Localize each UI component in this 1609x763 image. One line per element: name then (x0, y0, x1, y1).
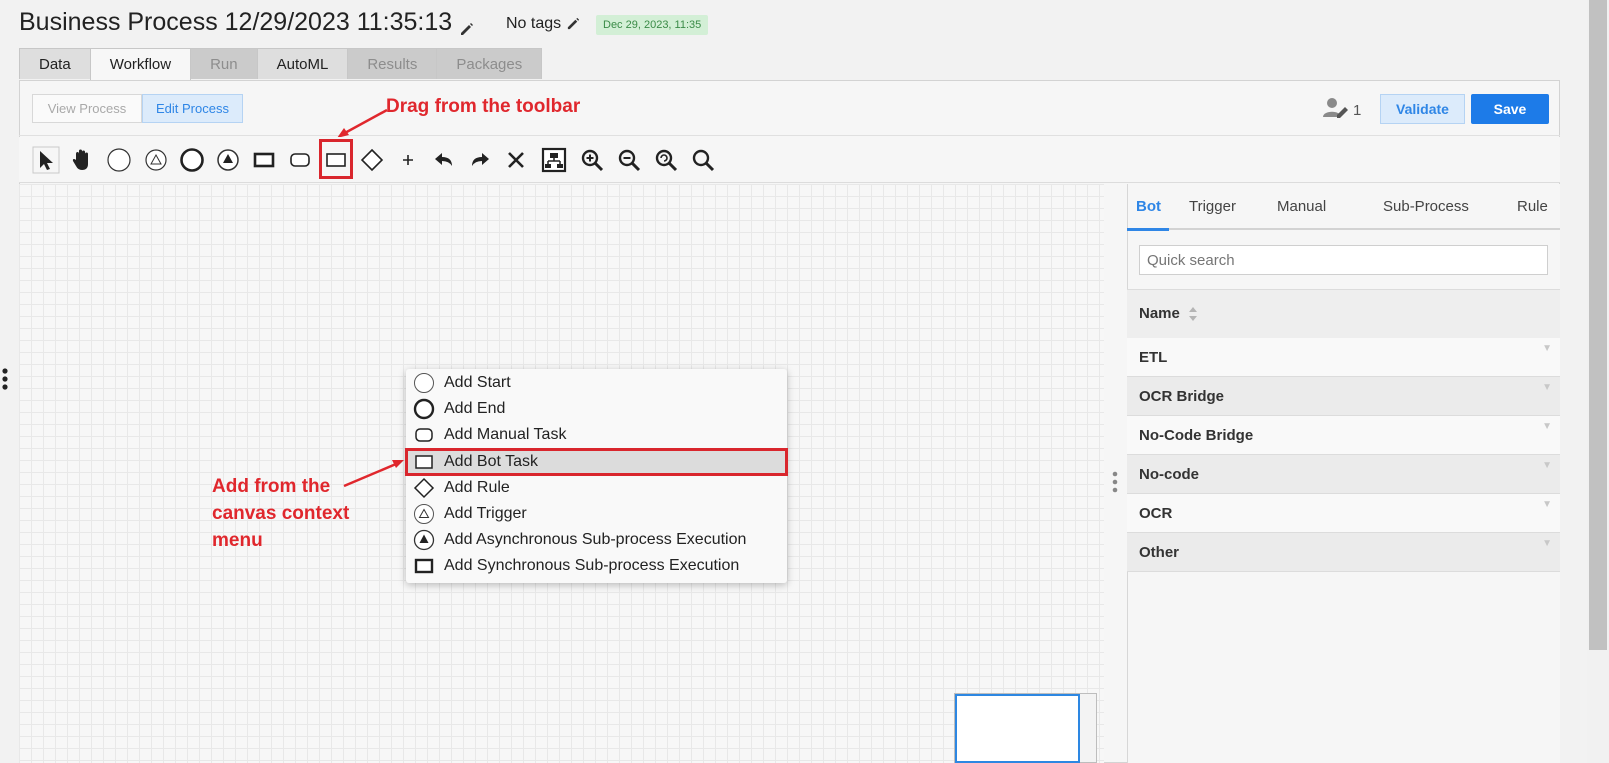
edit-tags-pencil-icon[interactable] (566, 16, 582, 32)
menu-item-add-start[interactable]: Add Start (406, 370, 787, 396)
menu-item-label: Add Synchronous Sub-process Execution (444, 557, 740, 574)
list-item-label: OCR Bridge (1139, 388, 1225, 405)
tags-label: No tags (506, 15, 562, 32)
rule-gateway-icon (412, 477, 436, 499)
callout-line-2: canvas context (212, 503, 350, 524)
collaborators-count: 1 (1353, 101, 1362, 119)
rtab-rule[interactable]: Rule (1517, 198, 1548, 215)
list-item[interactable]: OCR Bridge ▼ (1127, 377, 1560, 416)
menu-item-label: Add Rule (444, 479, 510, 496)
tab-results: Results (347, 48, 438, 79)
left-handle-dots-icon[interactable] (0, 367, 10, 393)
end-event-icon (412, 398, 436, 420)
quick-search-input[interactable] (1139, 245, 1548, 275)
expand-caret-icon[interactable]: ▼ (1542, 342, 1552, 356)
menu-item-label: Add Start (444, 374, 511, 391)
expand-caret-icon[interactable]: ▼ (1542, 459, 1552, 473)
list-item-label: ETL (1139, 349, 1168, 366)
callout-line-3: menu (212, 530, 263, 551)
redo-icon[interactable] (465, 145, 495, 175)
bot-task-toolbar-highlight (319, 139, 353, 179)
active-tab-indicator (1127, 228, 1169, 231)
save-button[interactable]: Save (1471, 94, 1549, 124)
menu-item-label: Add Trigger (444, 505, 527, 522)
async-subprocess-icon (412, 529, 436, 551)
edit-process-button[interactable]: Edit Process (142, 94, 243, 123)
zoom-fit-icon[interactable] (688, 145, 718, 175)
page-title: Business Process 12/29/2023 11:35:13 (19, 8, 475, 37)
menu-item-add-async-subprocess[interactable]: Add Asynchronous Sub-process Execution (406, 527, 787, 553)
menu-item-add-rule[interactable]: Add Rule (406, 475, 787, 501)
trigger-event-icon (412, 503, 436, 525)
add-icon[interactable] (393, 145, 423, 175)
menu-item-add-sync-subprocess[interactable]: Add Synchronous Sub-process Execution (406, 553, 787, 579)
tab-workflow[interactable]: Workflow (89, 48, 192, 81)
sort-icon[interactable] (1188, 306, 1198, 322)
list-item[interactable]: ETL ▼ (1127, 338, 1560, 377)
menu-item-label: Add End (444, 400, 506, 417)
expand-caret-icon[interactable]: ▼ (1542, 381, 1552, 395)
trigger-event-icon[interactable] (141, 145, 171, 175)
view-process-button[interactable]: View Process (32, 94, 142, 123)
bot-task-menu-highlight (405, 448, 788, 476)
user-edit-icon (1323, 97, 1349, 123)
rtab-trigger[interactable]: Trigger (1189, 198, 1236, 215)
collaborators-indicator[interactable]: 1 (1323, 97, 1361, 123)
end-event-icon[interactable] (177, 145, 207, 175)
toolbar-callout: Drag from the toolbar (386, 96, 581, 117)
menu-item-add-end[interactable]: Add End (406, 396, 787, 422)
list-item[interactable]: No-code ▼ (1127, 455, 1560, 494)
tab-run: Run (190, 48, 258, 79)
zoom-out-icon[interactable] (614, 145, 644, 175)
undo-icon[interactable] (429, 145, 459, 175)
list-item[interactable]: Other ▼ (1127, 533, 1560, 572)
async-subprocess-icon[interactable] (213, 145, 243, 175)
manual-task-icon[interactable] (285, 145, 315, 175)
list-item-label: No-Code Bridge (1139, 427, 1254, 444)
list-item-label: Other (1139, 544, 1180, 561)
tags-area[interactable]: No tags (506, 15, 582, 33)
panel-splitter-dots-icon[interactable] (1111, 470, 1119, 496)
main-tabs: Data Workflow Run AutoML Results Package… (19, 48, 543, 81)
tab-automl[interactable]: AutoML (256, 48, 349, 79)
context-callout-arrow (343, 460, 404, 488)
rtab-subprocess[interactable]: Sub-Process (1383, 198, 1469, 215)
minimap-viewport[interactable] (955, 694, 1080, 763)
expand-caret-icon[interactable]: ▼ (1542, 537, 1552, 551)
sync-subprocess-icon (412, 555, 436, 577)
sync-subprocess-icon[interactable] (249, 145, 279, 175)
delete-icon[interactable] (501, 145, 531, 175)
edit-title-pencil-icon[interactable] (459, 15, 475, 36)
zoom-reset-icon[interactable] (651, 145, 681, 175)
list-item[interactable]: No-Code Bridge ▼ (1127, 416, 1560, 455)
rtab-manual[interactable]: Manual (1277, 198, 1326, 215)
pointer-icon[interactable] (31, 145, 61, 175)
validate-button[interactable]: Validate (1380, 94, 1465, 124)
toolbar-callout-arrow (337, 108, 388, 138)
start-event-icon (412, 372, 436, 394)
tab-packages: Packages (436, 48, 543, 79)
list-item-label: OCR (1139, 505, 1173, 522)
name-column-label: Name (1139, 305, 1180, 322)
start-event-icon[interactable] (104, 145, 134, 175)
menu-item-add-manual-task[interactable]: Add Manual Task (406, 422, 787, 448)
rule-gateway-icon[interactable] (357, 145, 387, 175)
hand-pan-icon[interactable] (67, 145, 97, 175)
menu-item-add-trigger[interactable]: Add Trigger (406, 501, 787, 527)
process-title: Business Process 12/29/2023 11:35:13 (19, 8, 453, 36)
expand-caret-icon[interactable]: ▼ (1542, 498, 1552, 512)
page-scrollbar-thumb[interactable] (1589, 0, 1607, 650)
list-item-label: No-code (1139, 466, 1199, 483)
list-item[interactable]: OCR ▼ (1127, 494, 1560, 533)
auto-layout-icon[interactable] (539, 145, 569, 175)
manual-task-icon (412, 424, 436, 446)
expand-caret-icon[interactable]: ▼ (1542, 420, 1552, 434)
date-badge: Dec 29, 2023, 11:35 (596, 15, 709, 35)
rtab-bot[interactable]: Bot (1136, 198, 1161, 215)
tab-data[interactable]: Data (19, 48, 91, 79)
zoom-in-icon[interactable] (577, 145, 607, 175)
menu-item-label: Add Asynchronous Sub-process Execution (444, 531, 747, 548)
menu-item-label: Add Manual Task (444, 426, 567, 443)
